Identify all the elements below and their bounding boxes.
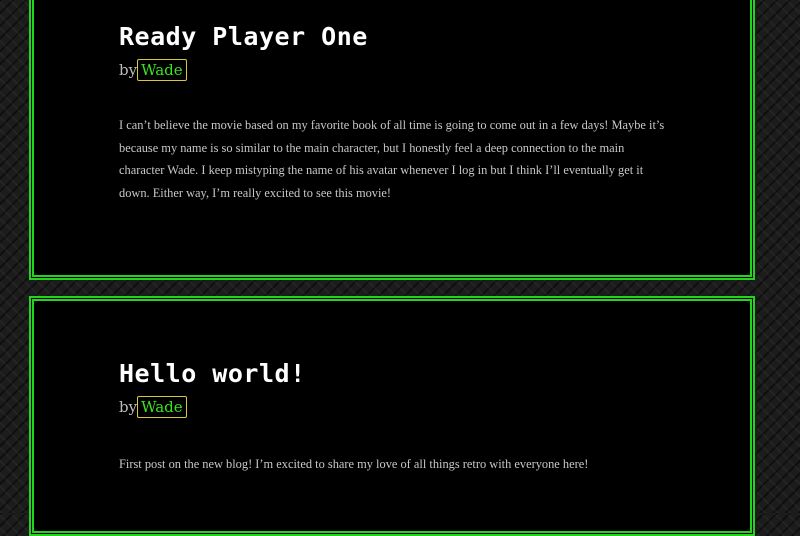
blog-post: Hello world! by Wade First post on the ne… xyxy=(29,296,755,536)
byline-label: by xyxy=(119,61,138,79)
author-link[interactable]: Wade xyxy=(137,59,187,81)
post-byline: by Wade xyxy=(119,56,665,82)
byline-label: by xyxy=(119,398,138,416)
author-link[interactable]: Wade xyxy=(137,396,187,418)
post-body: I can’t believe the movie based on my fa… xyxy=(119,118,665,200)
post-title: Hello world! xyxy=(119,359,306,388)
blog-post: Ready Player One by Wade I can’t believe … xyxy=(29,0,755,280)
post-title: Ready Player One xyxy=(119,22,368,51)
post-content: Ready Player One by Wade I can’t believe … xyxy=(119,22,665,204)
post-byline: by Wade xyxy=(119,393,665,419)
post-content: Hello world! by Wade First post on the ne… xyxy=(119,359,665,476)
post-body: First post on the new blog! I’m excited … xyxy=(119,457,589,471)
